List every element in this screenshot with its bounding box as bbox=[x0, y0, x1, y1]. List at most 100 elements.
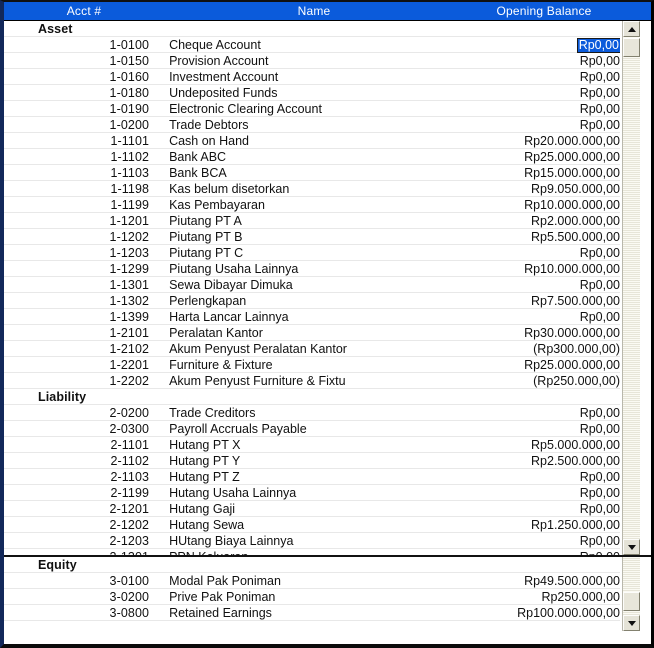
account-row[interactable]: 1-0160 Investment Account Rp0,00 bbox=[4, 69, 620, 85]
cell-account-name[interactable]: Provision Account bbox=[149, 54, 492, 68]
cell-account-name[interactable]: Cash on Hand bbox=[149, 134, 492, 148]
cell-opening-balance[interactable]: Rp100.000.000,00 bbox=[493, 606, 620, 620]
column-header-name[interactable]: Name bbox=[164, 4, 464, 18]
cell-opening-balance[interactable]: Rp2.500.000,00 bbox=[493, 454, 620, 468]
cell-account-name[interactable]: Perlengkapan bbox=[149, 294, 492, 308]
cell-opening-balance[interactable]: Rp0,00 bbox=[493, 37, 620, 53]
cell-acct-number[interactable]: 1-1202 bbox=[4, 230, 149, 244]
account-row[interactable]: 2-1202 Hutang Sewa Rp1.250.000,00 bbox=[4, 517, 620, 533]
cell-account-name[interactable]: Undeposited Funds bbox=[149, 86, 492, 100]
cell-acct-number[interactable]: 1-2201 bbox=[4, 358, 149, 372]
account-row[interactable]: 1-1201 Piutang PT A Rp2.000.000,00 bbox=[4, 213, 620, 229]
account-row[interactable]: 1-0200 Trade Debtors Rp0,00 bbox=[4, 117, 620, 133]
cell-opening-balance[interactable]: Rp0,00 bbox=[493, 310, 620, 324]
account-row[interactable]: 1-0150 Provision Account Rp0,00 bbox=[4, 53, 620, 69]
cell-opening-balance[interactable]: Rp5.500.000,00 bbox=[493, 230, 620, 244]
account-row[interactable]: 2-1101 Hutang PT X Rp5.000.000,00 bbox=[4, 437, 620, 453]
cell-acct-number[interactable]: 2-1103 bbox=[4, 470, 149, 484]
cell-opening-balance[interactable]: Rp10.000.000,00 bbox=[493, 262, 620, 276]
cell-account-name[interactable]: Furniture & Fixture bbox=[149, 358, 492, 372]
cell-acct-number[interactable]: 1-1199 bbox=[4, 198, 149, 212]
cell-account-name[interactable]: Peralatan Kantor bbox=[149, 326, 492, 340]
cell-opening-balance[interactable]: Rp30.000.000,00 bbox=[493, 326, 620, 340]
account-row[interactable]: 1-0100 Cheque Account Rp0,00 bbox=[4, 37, 620, 53]
cell-opening-balance[interactable]: Rp0,00 bbox=[493, 118, 620, 132]
cell-account-name[interactable]: Hutang PT Y bbox=[149, 454, 492, 468]
cell-account-name[interactable]: Kas Pembayaran bbox=[149, 198, 492, 212]
cell-account-name[interactable]: Electronic Clearing Account bbox=[149, 102, 492, 116]
cell-account-name[interactable]: Retained Earnings bbox=[149, 606, 492, 620]
scroll-up-button-top[interactable] bbox=[623, 21, 640, 37]
cell-opening-balance[interactable]: Rp0,00 bbox=[493, 246, 620, 260]
cell-acct-number[interactable]: Liability bbox=[4, 390, 175, 404]
cell-account-name[interactable]: Modal Pak Poniman bbox=[149, 574, 492, 588]
account-row[interactable]: 1-2201 Furniture & Fixture Rp25.000.000,00 bbox=[4, 357, 620, 373]
account-row[interactable]: 1-0180 Undeposited Funds Rp0,00 bbox=[4, 85, 620, 101]
cell-opening-balance[interactable]: Rp1.250.000,00 bbox=[493, 518, 620, 532]
account-row[interactable]: 1-1202 Piutang PT B Rp5.500.000,00 bbox=[4, 229, 620, 245]
account-row[interactable]: 1-1399 Harta Lancar Lainnya Rp0,00 bbox=[4, 309, 620, 325]
account-group-row[interactable]: Asset bbox=[4, 21, 620, 37]
cell-account-name[interactable]: Piutang PT B bbox=[149, 230, 492, 244]
cell-acct-number[interactable]: 1-0160 bbox=[4, 70, 149, 84]
cell-acct-number[interactable]: 1-0150 bbox=[4, 54, 149, 68]
cell-acct-number[interactable]: 2-1203 bbox=[4, 534, 149, 548]
scrollbar-thumb-top[interactable] bbox=[623, 38, 640, 57]
cell-account-name[interactable]: Hutang Gaji bbox=[149, 502, 492, 516]
cell-opening-balance[interactable]: Rp10.000.000,00 bbox=[493, 198, 620, 212]
cell-account-name[interactable]: Kas belum disetorkan bbox=[149, 182, 492, 196]
scrollbar-top[interactable] bbox=[622, 21, 640, 555]
cell-opening-balance[interactable]: Rp0,00 bbox=[493, 502, 620, 516]
cell-opening-balance[interactable]: Rp0,00 bbox=[493, 70, 620, 84]
cell-account-name[interactable]: Akum Penyust Peralatan Kantor bbox=[149, 342, 492, 356]
account-row[interactable]: 3-0800 Retained Earnings Rp100.000.000,00 bbox=[4, 605, 620, 621]
cell-opening-balance[interactable]: Rp15.000.000,00 bbox=[493, 166, 620, 180]
account-row[interactable]: 1-1302 Perlengkapan Rp7.500.000,00 bbox=[4, 293, 620, 309]
accounts-list-bottom[interactable]: Equity 3-0100 Modal Pak Poniman Rp49.500.00… bbox=[4, 557, 620, 631]
cell-acct-number[interactable]: 2-1201 bbox=[4, 502, 149, 516]
cell-acct-number[interactable]: 2-0300 bbox=[4, 422, 149, 436]
selected-cell-value[interactable]: Rp0,00 bbox=[576, 37, 620, 53]
account-row[interactable]: 2-1201 Hutang Gaji Rp0,00 bbox=[4, 501, 620, 517]
cell-account-name[interactable]: Piutang PT A bbox=[149, 214, 492, 228]
account-row[interactable]: 2-1102 Hutang PT Y Rp2.500.000,00 bbox=[4, 453, 620, 469]
scrollbar-thumb-bottom[interactable] bbox=[623, 592, 640, 611]
cell-account-name[interactable]: Hutang PT X bbox=[149, 438, 492, 452]
account-row[interactable]: 2-1203 HUtang Biaya Lainnya Rp0,00 bbox=[4, 533, 620, 549]
cell-opening-balance[interactable]: Rp0,00 bbox=[493, 422, 620, 436]
cell-acct-number[interactable]: 3-0800 bbox=[4, 606, 149, 620]
cell-acct-number[interactable]: Asset bbox=[4, 22, 175, 36]
account-row[interactable]: 1-1101 Cash on Hand Rp20.000.000,00 bbox=[4, 133, 620, 149]
accounts-list-top[interactable]: Asset 1-0100 Cheque Account Rp0,00 1-0150 Pro… bbox=[4, 21, 620, 555]
cell-opening-balance[interactable]: Rp20.000.000,00 bbox=[493, 134, 620, 148]
cell-acct-number[interactable]: 2-1202 bbox=[4, 518, 149, 532]
cell-acct-number[interactable]: 1-1301 bbox=[4, 278, 149, 292]
cell-opening-balance[interactable]: Rp49.500.000,00 bbox=[493, 574, 620, 588]
cell-opening-balance[interactable]: Rp0,00 bbox=[493, 534, 620, 548]
cell-account-name[interactable]: Hutang PT Z bbox=[149, 470, 492, 484]
cell-account-name[interactable]: Harta Lancar Lainnya bbox=[149, 310, 492, 324]
account-row[interactable]: 1-1102 Bank ABC Rp25.000.000,00 bbox=[4, 149, 620, 165]
cell-opening-balance[interactable]: Rp0,00 bbox=[493, 486, 620, 500]
cell-opening-balance[interactable]: Rp9.050.000,00 bbox=[493, 182, 620, 196]
cell-account-name[interactable]: Bank ABC bbox=[149, 150, 492, 164]
cell-acct-number[interactable]: 1-1299 bbox=[4, 262, 149, 276]
cell-opening-balance[interactable]: Rp0,00 bbox=[493, 470, 620, 484]
cell-opening-balance[interactable]: Rp5.000.000,00 bbox=[493, 438, 620, 452]
account-row[interactable]: 1-2202 Akum Penyust Furniture & Fixtu (Rp2… bbox=[4, 373, 620, 389]
cell-acct-number[interactable]: 2-0200 bbox=[4, 406, 149, 420]
cell-account-name[interactable]: Sewa Dibayar Dimuka bbox=[149, 278, 492, 292]
account-row[interactable]: 2-1199 Hutang Usaha Lainnya Rp0,00 bbox=[4, 485, 620, 501]
cell-acct-number[interactable]: Equity bbox=[4, 558, 175, 572]
column-header-acct[interactable]: Acct # bbox=[4, 4, 164, 18]
cell-acct-number[interactable]: 2-1102 bbox=[4, 454, 149, 468]
cell-acct-number[interactable]: 1-1101 bbox=[4, 134, 149, 148]
account-row[interactable]: 1-1203 Piutang PT C Rp0,00 bbox=[4, 245, 620, 261]
account-row[interactable]: 3-0100 Modal Pak Poniman Rp49.500.000,00 bbox=[4, 573, 620, 589]
scrollbar-bottom[interactable] bbox=[622, 557, 640, 631]
cell-account-name[interactable]: Investment Account bbox=[149, 70, 492, 84]
scroll-down-button-top[interactable] bbox=[623, 539, 640, 555]
cell-opening-balance[interactable]: Rp0,00 bbox=[493, 54, 620, 68]
account-row[interactable]: 2-0200 Trade Creditors Rp0,00 bbox=[4, 405, 620, 421]
cell-acct-number[interactable]: 1-2202 bbox=[4, 374, 149, 388]
